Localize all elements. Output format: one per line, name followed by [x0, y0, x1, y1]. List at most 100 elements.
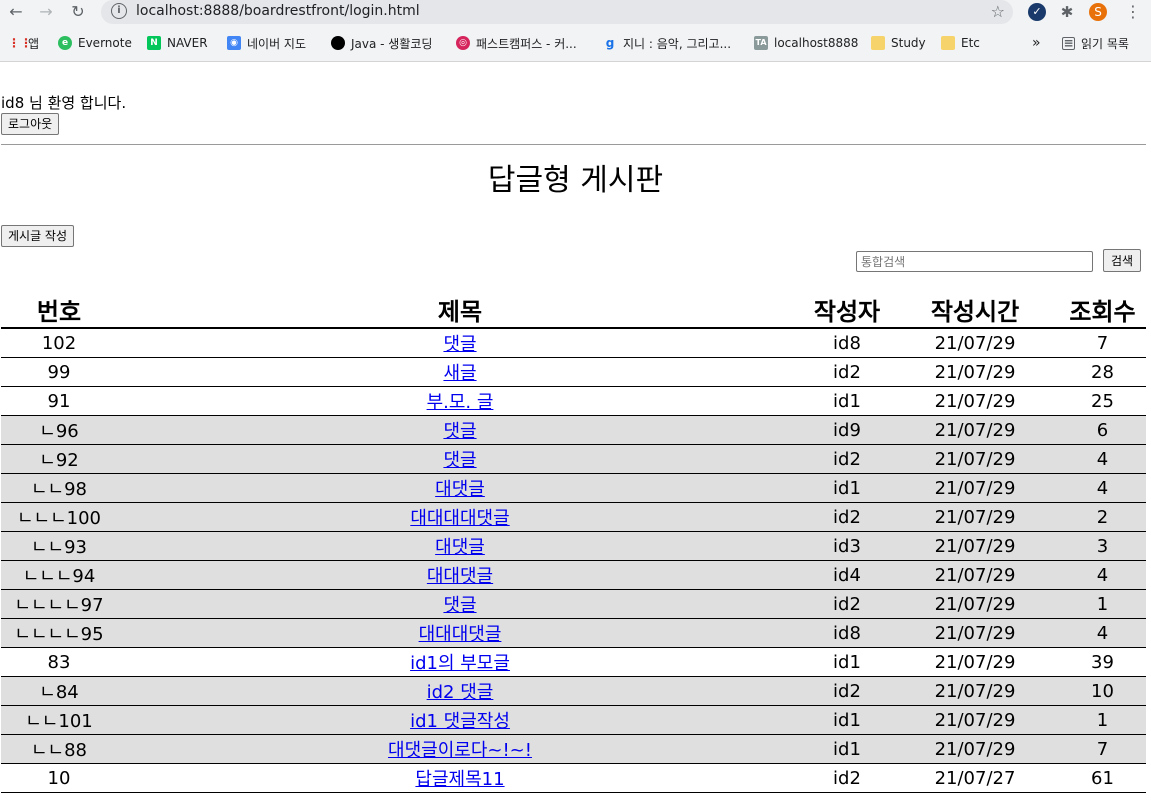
- browser-chrome: ← → ↻ i localhost:8888/boardrestfront/lo…: [0, 0, 1151, 62]
- cell-date: 21/07/29: [891, 676, 1059, 706]
- welcome-message: id8 님 환영 합니다.: [1, 94, 127, 112]
- cell-number: ㄴㄴㄴ94: [1, 560, 117, 590]
- cell-writer: id9: [803, 415, 891, 445]
- post-title-link[interactable]: id1의 부모글: [410, 653, 510, 674]
- header-title: 제목: [117, 292, 803, 329]
- cell-number: ㄴㄴ101: [1, 705, 117, 735]
- profile-avatar[interactable]: S: [1089, 3, 1107, 21]
- cell-number: 102: [1, 328, 117, 358]
- cell-title: 부.모. 글: [117, 386, 803, 416]
- cell-views: 28: [1059, 357, 1146, 387]
- post-title-link[interactable]: 댓글: [443, 595, 476, 616]
- cell-number: ㄴㄴ88: [1, 734, 117, 764]
- cell-title: 댓글: [117, 415, 803, 445]
- reading-list-label: 읽기 목록: [1081, 36, 1129, 51]
- search-button[interactable]: 검색: [1103, 249, 1142, 272]
- post-title-link[interactable]: 대댓글이로다~!~!: [388, 740, 532, 761]
- back-icon[interactable]: ←: [6, 2, 26, 22]
- address-url[interactable]: localhost:8888/boardrestfront/login.html: [136, 3, 420, 19]
- bookmark-folder-etc[interactable]: Etc: [941, 34, 980, 52]
- cell-views: 39: [1059, 647, 1146, 677]
- reload-icon[interactable]: ↻: [68, 2, 88, 22]
- bookmark-java[interactable]: Java - 생활코딩: [331, 34, 432, 52]
- bookmark-naver[interactable]: N NAVER: [147, 34, 208, 52]
- bookmark-label: localhost8888: [774, 36, 859, 50]
- post-title-link[interactable]: 대대대댓글: [419, 624, 502, 645]
- cell-number: ㄴㄴ98: [1, 473, 117, 503]
- cell-writer: id2: [803, 444, 891, 474]
- cell-date: 21/07/29: [891, 444, 1059, 474]
- cell-date: 21/07/29: [891, 328, 1059, 358]
- cell-title: 대대대댓글: [117, 618, 803, 648]
- header-number: 번호: [1, 292, 117, 329]
- site-info-icon[interactable]: i: [111, 3, 127, 19]
- logout-button[interactable]: 로그아웃: [1, 113, 60, 135]
- reading-list-button[interactable]: ≡ 읽기 목록: [1062, 34, 1129, 52]
- browser-menu-icon[interactable]: ⋮: [1124, 3, 1142, 21]
- cell-views: 4: [1059, 560, 1146, 590]
- bookmark-label: Study: [891, 36, 926, 50]
- cell-title: 댓글: [117, 328, 803, 358]
- page-content: id8 님 환영 합니다. 로그아웃 답글형 게시판 게시글 작성 검색 번호 …: [0, 61, 1151, 810]
- bookmark-naver-map[interactable]: ◉ 네이버 지도: [227, 34, 306, 52]
- cell-title: 새글: [117, 357, 803, 387]
- genie-icon: g: [605, 36, 615, 50]
- bookmarks-bar: ⋮⋮ 앱 e Evernote N NAVER ◉ 네이버 지도 Java - …: [0, 30, 1151, 56]
- post-title-link[interactable]: id1 댓글작성: [410, 711, 510, 732]
- bookmark-star-icon[interactable]: ☆: [991, 2, 1005, 21]
- write-post-button[interactable]: 게시글 작성: [1, 225, 75, 247]
- bookmark-fastcampus[interactable]: ◎ 패스트캠퍼스 - 커...: [456, 34, 577, 52]
- bookmark-genie[interactable]: g 지니 : 음악, 그리고...: [603, 34, 731, 52]
- naver-map-icon: ◉: [227, 36, 241, 50]
- post-title-link[interactable]: 댓글: [443, 334, 476, 355]
- cell-writer: id3: [803, 531, 891, 561]
- cell-views: 3: [1059, 531, 1146, 561]
- bookmark-folder-study[interactable]: Study: [871, 34, 926, 52]
- cell-title: 대댓글이로다~!~!: [117, 734, 803, 764]
- ta-icon: TA: [754, 36, 768, 50]
- post-title-link[interactable]: 대대대대댓글: [410, 508, 509, 529]
- more-bookmarks-button[interactable]: »: [1032, 34, 1041, 52]
- bookmark-evernote[interactable]: e Evernote: [58, 34, 132, 52]
- cell-views: 1: [1059, 705, 1146, 735]
- cell-views: 7: [1059, 328, 1146, 358]
- bookmark-label: Etc: [961, 36, 980, 50]
- table-row: ㄴㄴㄴ100 대대대대댓글 id2 21/07/29 2: [1, 502, 1146, 532]
- apps-grid-icon: ⋮⋮: [8, 36, 32, 50]
- table-row: ㄴ96 댓글 id9 21/07/29 6: [1, 415, 1146, 445]
- post-title-link[interactable]: id2 댓글: [427, 682, 494, 703]
- post-title-link[interactable]: 대대댓글: [427, 566, 493, 587]
- bookmark-apps[interactable]: ⋮⋮ 앱: [8, 34, 39, 52]
- cell-views: 6: [1059, 415, 1146, 445]
- cell-title: 대댓글: [117, 473, 803, 503]
- cell-views: 1: [1059, 589, 1146, 619]
- cell-writer: id1: [803, 386, 891, 416]
- post-title-link[interactable]: 답글제목11: [415, 769, 504, 790]
- header-writer: 작성자: [803, 292, 891, 329]
- address-bar[interactable]: i localhost:8888/boardrestfront/login.ht…: [101, 0, 1013, 24]
- post-title-link[interactable]: 대댓글: [435, 537, 485, 558]
- cell-writer: id1: [803, 647, 891, 677]
- post-title-link[interactable]: 부.모. 글: [427, 392, 494, 413]
- divider: [1, 144, 1146, 145]
- post-title-link[interactable]: 대댓글: [435, 479, 485, 500]
- forward-icon[interactable]: →: [36, 2, 56, 22]
- cell-date: 21/07/29: [891, 618, 1059, 648]
- search-input[interactable]: [856, 251, 1093, 272]
- cell-date: 21/07/29: [891, 502, 1059, 532]
- cell-title: id1의 부모글: [117, 647, 803, 677]
- folder-icon: [871, 36, 885, 50]
- cell-views: 2: [1059, 502, 1146, 532]
- cell-date: 21/07/29: [891, 386, 1059, 416]
- bookmark-label: 패스트캠퍼스 - 커...: [476, 36, 577, 51]
- extension-check-icon[interactable]: ✓: [1028, 3, 1046, 21]
- post-title-link[interactable]: 댓글: [443, 421, 476, 442]
- cell-writer: id2: [803, 676, 891, 706]
- post-title-link[interactable]: 댓글: [443, 450, 476, 471]
- cell-writer: id2: [803, 763, 891, 793]
- extensions-puzzle-icon[interactable]: ✱: [1058, 3, 1076, 21]
- bookmark-label: 네이버 지도: [247, 36, 307, 51]
- table-row: 91 부.모. 글 id1 21/07/29 25: [1, 386, 1146, 416]
- post-title-link[interactable]: 새글: [443, 363, 476, 384]
- bookmark-localhost[interactable]: TA localhost8888: [754, 34, 858, 52]
